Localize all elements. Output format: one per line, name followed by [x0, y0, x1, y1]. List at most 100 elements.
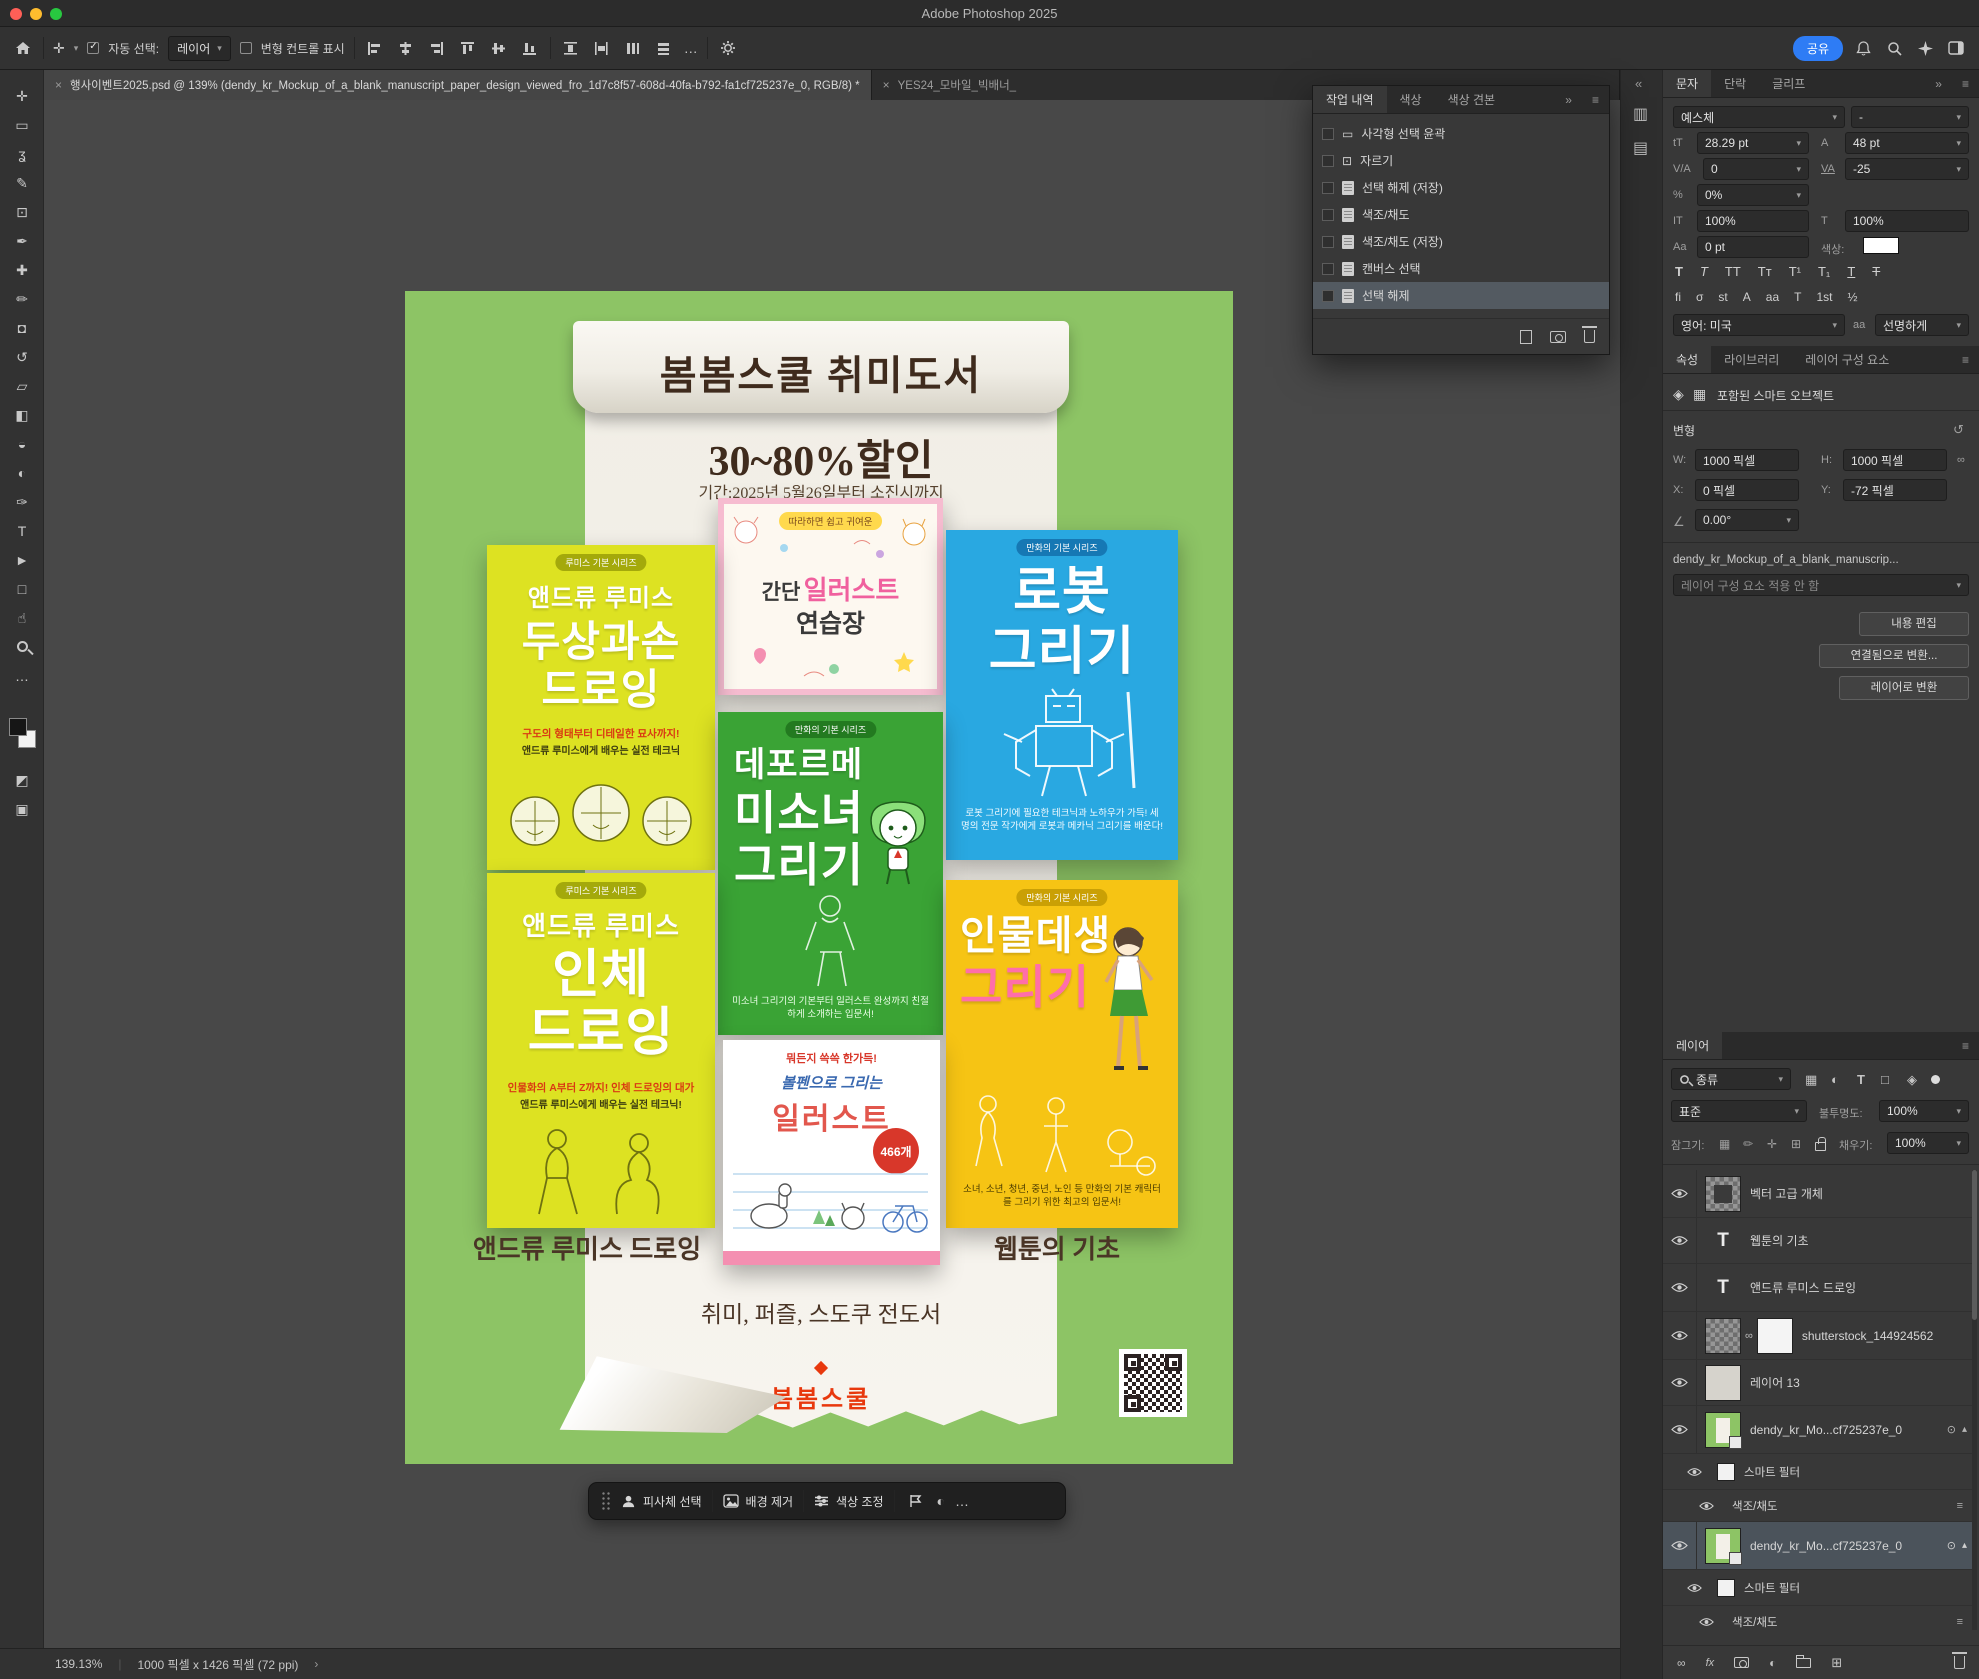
smart-filter-thumbnail[interactable] [1717, 1463, 1735, 1481]
layer-row-text-loomis[interactable]: T 앤드류 루미스 드로잉 [1663, 1264, 1973, 1312]
tracking-field[interactable]: -25▾ [1845, 158, 1969, 180]
smart-filter-indicator-icon[interactable]: ⊙ [1947, 1423, 1956, 1436]
panel-collapse-icon[interactable]: » [1925, 70, 1952, 97]
stylistic-alternates-button[interactable]: A [1743, 290, 1751, 304]
gradient-tool[interactable]: ◧ [0, 401, 44, 430]
leading-field[interactable]: 48 pt▾ [1845, 132, 1969, 154]
language-select[interactable]: 영어: 미국▾ [1673, 314, 1845, 336]
titling-alternates-button[interactable]: aa [1766, 290, 1779, 304]
close-tab-icon[interactable]: × [55, 78, 62, 92]
layer-comp-select[interactable]: 레이어 구성 요소 적용 안 함▾ [1673, 574, 1969, 596]
visibility-eye-icon[interactable] [1677, 1454, 1711, 1489]
visibility-eye-icon[interactable] [1689, 1606, 1723, 1637]
history-step[interactable]: ▭ 사각형 선택 윤곽 [1313, 120, 1609, 147]
mask-link-icon[interactable]: ∞ [1745, 1330, 1753, 1342]
history-source-box[interactable] [1322, 290, 1334, 302]
layer-row-vector[interactable]: 벡터 고급 개체 [1663, 1170, 1973, 1218]
x-field[interactable]: 0 픽셀 [1695, 479, 1799, 501]
tsume-field[interactable]: 0%▾ [1697, 184, 1809, 206]
convert-to-layers-button[interactable]: 레이어로 변환 [1839, 676, 1969, 700]
adjustment-layer-icon[interactable]: ◐ [1769, 1656, 1776, 1670]
edit-toolbar-button[interactable]: … [0, 662, 44, 691]
strikethrough-button[interactable]: T [1872, 264, 1880, 279]
smart-filter-indicator-icon[interactable]: ⊙ [1947, 1539, 1956, 1552]
type-tool[interactable]: T [0, 517, 44, 546]
lock-pixels-icon[interactable]: ✏ [1743, 1137, 1753, 1151]
distribute-top-icon[interactable] [560, 37, 582, 59]
font-size-field[interactable]: 28.29 pt▾ [1697, 132, 1809, 154]
layer-filter-kind-select[interactable]: 종류▾ [1671, 1068, 1791, 1090]
superscript-button[interactable]: T¹ [1789, 264, 1801, 279]
align-middle-v-icon[interactable] [488, 37, 510, 59]
visibility-eye-icon[interactable] [1677, 1570, 1711, 1605]
fractions-button[interactable]: ½ [1847, 290, 1857, 304]
adjust-color-button[interactable]: 색상 조정 [814, 1493, 884, 1510]
panel-collapse-icon[interactable]: » [1555, 86, 1582, 113]
all-caps-button[interactable]: TT [1725, 264, 1741, 279]
bell-icon[interactable] [1852, 37, 1874, 59]
align-left-icon[interactable] [364, 37, 386, 59]
auto-select-checkbox[interactable] [87, 42, 99, 54]
smart-filters-row[interactable]: 스마트 필터 [1663, 1570, 1973, 1606]
chevron-down-icon[interactable]: ▾ [74, 44, 79, 53]
align-right-icon[interactable] [426, 37, 448, 59]
align-top-icon[interactable] [457, 37, 479, 59]
remove-background-button[interactable]: 배경 제거 [723, 1493, 794, 1510]
move-tool[interactable]: ✛ [0, 82, 44, 111]
smart-object-thumbnail[interactable] [1705, 1412, 1741, 1448]
visibility-eye-icon[interactable] [1663, 1360, 1697, 1405]
hue-sat-filter-row[interactable]: 색조/채도 ≡ [1663, 1606, 1973, 1637]
foreground-color-swatch[interactable] [9, 718, 27, 736]
share-button[interactable]: 공유 [1793, 36, 1843, 61]
panel-menu-icon[interactable]: ≡ [1582, 86, 1609, 113]
select-subject-button[interactable]: 피사체 선택 [621, 1493, 702, 1510]
font-family-select[interactable]: 예스체▾ [1673, 106, 1845, 128]
zoom-tool[interactable] [0, 633, 44, 662]
filter-type-layers-icon[interactable]: T [1857, 1072, 1865, 1087]
lasso-tool[interactable]: ʓ [0, 140, 44, 169]
history-step[interactable]: 캔버스 선택 [1313, 255, 1609, 282]
hand-tool[interactable]: ☝ [0, 604, 44, 633]
healing-brush-tool[interactable]: ✚ [0, 256, 44, 285]
history-step[interactable]: 색조/채도 [1313, 201, 1609, 228]
horizontal-scale-field[interactable]: 100% [1845, 210, 1969, 232]
link-layers-icon[interactable]: ∞ [1677, 1656, 1686, 1670]
new-document-from-state-icon[interactable] [1520, 330, 1532, 344]
delete-layer-icon[interactable] [1954, 1656, 1965, 1669]
kerning-field[interactable]: 0▾ [1703, 158, 1809, 180]
small-caps-button[interactable]: Tт [1758, 264, 1772, 279]
link-dimensions-icon[interactable]: ∞ [1957, 454, 1965, 466]
faux-bold-button[interactable]: T [1675, 264, 1683, 279]
y-field[interactable]: -72 픽셀 [1843, 479, 1947, 501]
layers-scrollbar[interactable] [1972, 1170, 1977, 1630]
blend-mode-select[interactable]: 표준▾ [1671, 1100, 1807, 1122]
tab-character[interactable]: 문자 [1663, 70, 1711, 97]
filter-blend-options-icon[interactable]: ≡ [1957, 1500, 1963, 1512]
discretionary-ligatures-button[interactable]: st [1718, 290, 1727, 304]
taskbar-grip-handle[interactable] [601, 1491, 611, 1511]
hue-sat-filter-row[interactable]: 색조/채도 ≡ [1663, 1490, 1973, 1522]
eraser-tool[interactable]: ▱ [0, 372, 44, 401]
layer-row-smart-object-2-selected[interactable]: dendy_kr_Mo...cf725237e_0 ⊙ ▴ [1663, 1522, 1973, 1570]
eyedropper-tool[interactable]: ✒ [0, 227, 44, 256]
close-tab-icon[interactable]: × [883, 78, 890, 92]
history-source-box[interactable] [1322, 128, 1334, 140]
font-style-select[interactable]: -▾ [1851, 106, 1969, 128]
history-step[interactable]: 색조/채도 (저장) [1313, 228, 1609, 255]
distribute-h-icon[interactable] [622, 37, 644, 59]
tab-color[interactable]: 색상 [1387, 86, 1435, 113]
smart-object-thumbnail[interactable] [1705, 1528, 1741, 1564]
taskbar-more-icon[interactable]: … [955, 1494, 969, 1508]
lock-artboard-icon[interactable]: ⊞ [1791, 1137, 1801, 1151]
layer-mask-thumbnail[interactable] [1757, 1318, 1793, 1354]
pen-tool[interactable]: ✑ [0, 488, 44, 517]
vertical-scale-field[interactable]: 100% [1697, 210, 1809, 232]
marquee-tool[interactable]: ▭ [0, 111, 44, 140]
align-center-h-icon[interactable] [395, 37, 417, 59]
convert-to-linked-button[interactable]: 연결됨으로 변환... [1819, 644, 1969, 668]
layer-row-smart-object-1[interactable]: dendy_kr_Mo...cf725237e_0 ⊙ ▴ [1663, 1406, 1973, 1454]
layers-panel-menu-icon[interactable]: ≡ [1952, 1032, 1979, 1059]
layer-row-13[interactable]: 레이어 13 [1663, 1360, 1973, 1406]
history-source-box[interactable] [1322, 182, 1334, 194]
visibility-eye-icon[interactable] [1663, 1406, 1697, 1453]
